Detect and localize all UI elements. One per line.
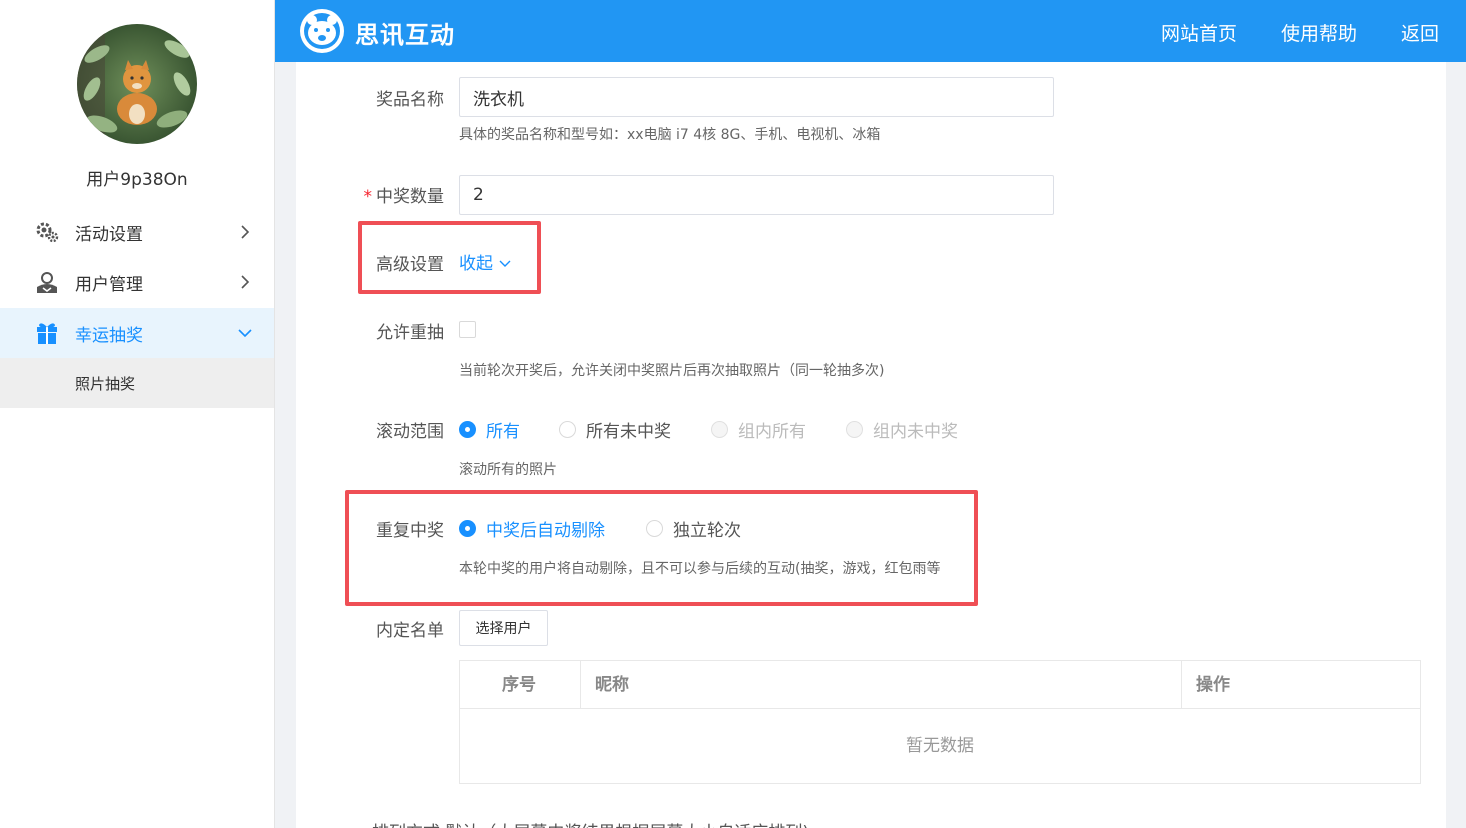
sub-item-label: 照片抽奖 [75,375,136,393]
scroll-range-hint: 滚动所有的照片 [459,462,557,478]
table-header: 序号 昵称 操作 [460,661,1420,709]
allow-redraw-checkbox[interactable] [459,321,476,338]
advanced-settings-label: 高级设置 [376,255,444,275]
avatar[interactable] [77,24,197,144]
radio-scroll-group-unwon[interactable]: 组内未中奖 [846,417,958,442]
help-link[interactable]: 使用帮助 [1281,19,1357,46]
prize-name-input[interactable]: 洗衣机 [459,77,1054,117]
repeat-win-hint: 本轮中奖的用户将自动剔除，且不可以参与后续的互动(抽奖，游戏，红包雨等 [459,561,941,577]
required-mark: * [363,187,373,207]
chevron-down-icon [238,329,252,338]
nav-sub-item-photo-draw[interactable]: 照片抽奖 [0,358,274,408]
brand-title: 思讯互动 [355,21,455,49]
chevron-right-icon [241,225,250,239]
radio-label: 中奖后自动剔除 [486,521,605,541]
radio-scroll-group-all[interactable]: 组内所有 [711,417,806,442]
repeat-win-label: 重复中奖 [376,521,444,541]
prize-name-hint: 具体的奖品名称和型号如：xx电脑 i7 4核 8G、手机、电视机、冰箱 [459,127,881,143]
radio-dot [646,520,663,537]
radio-auto-remove[interactable]: 中奖后自动剔除 [459,516,605,541]
home-link[interactable]: 网站首页 [1161,19,1237,46]
empty-state: 暂无数据 [906,736,974,756]
allow-redraw-hint: 当前轮次开奖后，允许关闭中奖照片后再次抽取照片（同一轮抽多次) [459,363,885,379]
gift-icon [37,323,57,344]
user-icon [37,272,57,293]
chevron-right-icon [241,275,250,289]
username: 用户9p38On [86,170,188,190]
radio-scroll-all-unwon[interactable]: 所有未中奖 [559,417,671,442]
winner-count-input[interactable]: 2 [459,175,1054,215]
radio-scroll-all[interactable]: 所有 [459,417,520,442]
nav-item-user-management[interactable]: 用户管理 [0,257,274,307]
winner-count-label-text: 中奖数量 [376,187,444,207]
gear-icon [36,222,59,243]
sidebar: 用户9p38On 活动设置 用户管理 幸运抽奖 照片抽奖 [0,0,275,828]
radio-dot [711,421,728,438]
prize-name-label: 奖品名称 [376,90,444,110]
scroll-range-label: 滚动范围 [376,422,444,442]
radio-dot [846,421,863,438]
arrangement-row-cut: 排列方式 默认（大屏幕中奖结果根据屏幕大小自适应排列) [372,818,809,828]
fixed-list-label: 内定名单 [376,621,444,641]
col-action: 操作 [1196,675,1230,695]
top-header: 思讯互动 网站首页 使用帮助 返回 [275,0,1466,62]
nav-item-activity-settings[interactable]: 活动设置 [0,207,274,257]
bear-logo-icon [300,9,344,53]
radio-dot [459,421,476,438]
radio-label: 所有未中奖 [586,422,671,442]
radio-label: 组内未中奖 [873,422,958,442]
collapse-toggle[interactable]: 收起 [459,249,512,274]
fixed-list-table: 序号 昵称 操作 暂无数据 [459,660,1421,784]
col-nickname: 昵称 [595,675,629,695]
back-link[interactable]: 返回 [1401,19,1439,46]
nav-label: 活动设置 [75,225,143,245]
radio-label: 组内所有 [738,422,806,442]
radio-label: 独立轮次 [673,521,741,541]
select-user-button[interactable]: 选择用户 [459,610,548,646]
collapse-toggle-label: 收起 [459,254,493,274]
allow-redraw-label: 允许重抽 [376,323,444,343]
nav-label: 用户管理 [75,275,143,295]
col-index: 序号 [502,675,536,695]
radio-dot [459,520,476,537]
radio-dot [559,421,576,438]
chevron-down-icon [499,260,511,267]
winner-count-label: * 中奖数量 [324,182,445,207]
radio-independent-round[interactable]: 独立轮次 [646,516,741,541]
radio-label: 所有 [486,422,520,442]
column-divider [580,661,581,709]
nav-item-lucky-draw[interactable]: 幸运抽奖 [0,308,274,358]
nav-label: 幸运抽奖 [75,326,143,346]
column-divider [1181,661,1182,709]
